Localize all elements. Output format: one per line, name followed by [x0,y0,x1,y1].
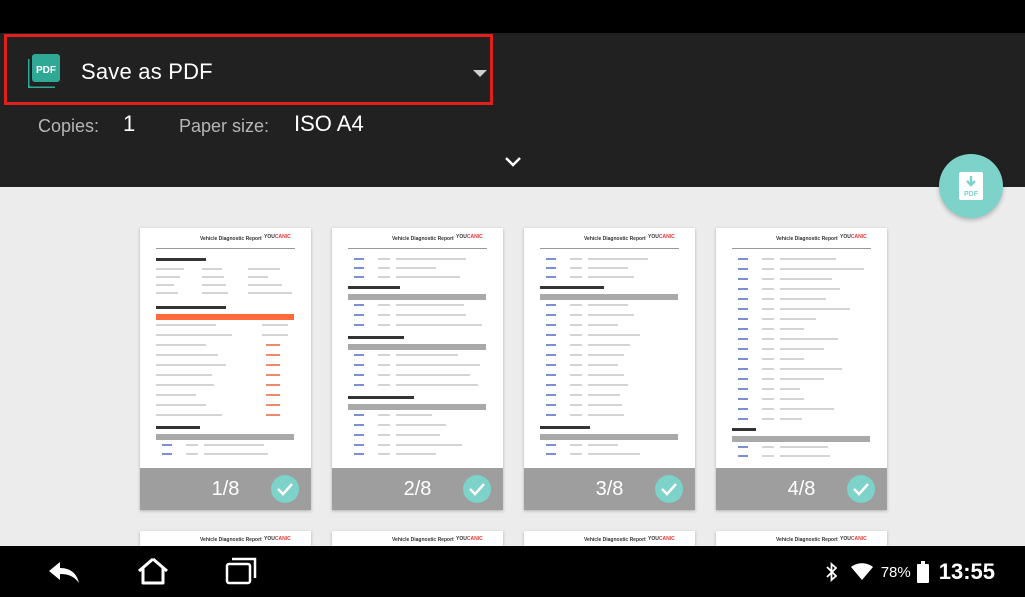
fab-icon-text: PDF [964,191,979,198]
page-thumbnail-next[interactable]: Vehicle Diagnostic Report YOUCANIC [140,531,311,546]
page-thumbnail-next[interactable]: Vehicle Diagnostic Report YOUCANIC [332,531,503,546]
page-thumbnail[interactable]: Vehicle Diagnostic Report YOUCANIC [332,228,503,510]
page-content: Vehicle Diagnostic Report YOUCANIC [332,228,503,468]
recent-apps-icon[interactable] [224,556,258,586]
expand-chevron-icon[interactable] [503,155,523,169]
page-content: Vehicle Diagnostic Report YOUCANIC [716,228,887,468]
page-thumbnail[interactable]: Vehicle Diagnostic Report YOUCANIC [140,228,311,510]
page-content: Vehicle Diagnostic Report YOUCANIC [140,228,311,468]
clock: 13:55 [938,559,995,584]
doc-logo: YOUCANIC [840,234,867,240]
doc-title: Vehicle Diagnostic Report [776,236,838,242]
doc-title: Vehicle Diagnostic Report [200,537,262,543]
page-thumbnail-next[interactable]: Vehicle Diagnostic Report YOUCANIC [524,531,695,546]
doc-title: Vehicle Diagnostic Report [200,236,262,242]
home-icon[interactable] [136,556,170,586]
page-preview-area: Vehicle Diagnostic Report YOUCANIC 1/8 V… [0,187,1025,546]
doc-logo: YOUCANIC [456,234,483,240]
check-icon[interactable] [847,475,875,503]
check-icon[interactable] [271,475,299,503]
doc-logo: YOUCANIC [456,536,483,542]
doc-title: Vehicle Diagnostic Report [584,537,646,543]
doc-title: Vehicle Diagnostic Report [584,236,646,242]
system-nav-bar: 78% 13:55 [0,546,1025,597]
page-thumbnail[interactable]: Vehicle Diagnostic Report YOUCANIC [716,228,887,510]
bluetooth-icon [826,562,837,582]
page-thumbnail-next[interactable]: Vehicle Diagnostic Report YOUCANIC [716,531,887,546]
paper-size-label: Paper size: [179,116,270,136]
check-icon[interactable] [655,475,683,503]
paper-size-value[interactable]: ISO A4 [294,111,364,137]
save-pdf-button[interactable]: PDF [939,154,1003,218]
doc-title: Vehicle Diagnostic Report [776,537,838,543]
dropdown-arrow-icon[interactable] [473,70,487,77]
status-tray: 78% 13:55 [825,559,995,584]
destination-select[interactable]: PDF Save as PDF [4,34,493,105]
doc-logo: YOUCANIC [840,536,867,542]
doc-title: Vehicle Diagnostic Report [392,236,454,242]
print-screen: PDF Save as PDF Copies: 1 Paper size: IS… [0,0,1025,597]
pdf-icon: PDF [28,54,60,88]
page-footer: 1/8 [140,468,311,510]
page-footer: 3/8 [524,468,695,510]
page-footer: 2/8 [332,468,503,510]
print-settings-header: PDF Save as PDF Copies: 1 Paper size: IS… [0,33,1025,187]
doc-title: Vehicle Diagnostic Report [392,537,454,543]
doc-logo: YOUCANIC [264,536,291,542]
doc-logo: YOUCANIC [648,536,675,542]
download-pdf-icon: PDF [959,172,983,200]
top-bar [0,0,1025,33]
wifi-icon [850,563,873,580]
check-icon[interactable] [463,475,491,503]
destination-label: Save as PDF [81,59,213,84]
back-icon[interactable] [46,558,82,586]
copies-label: Copies: [38,116,100,136]
battery-icon [916,561,929,583]
page-content: Vehicle Diagnostic Report YOUCANIC [524,228,695,468]
page-footer: 4/8 [716,468,887,510]
battery-percent: 78% [880,563,911,581]
doc-logo: YOUCANIC [648,234,675,240]
copies-value[interactable]: 1 [123,111,135,137]
page-thumbnail[interactable]: Vehicle Diagnostic Report YOUCANIC [524,228,695,510]
pdf-icon-text: PDF [36,65,56,76]
doc-logo: YOUCANIC [264,234,291,240]
